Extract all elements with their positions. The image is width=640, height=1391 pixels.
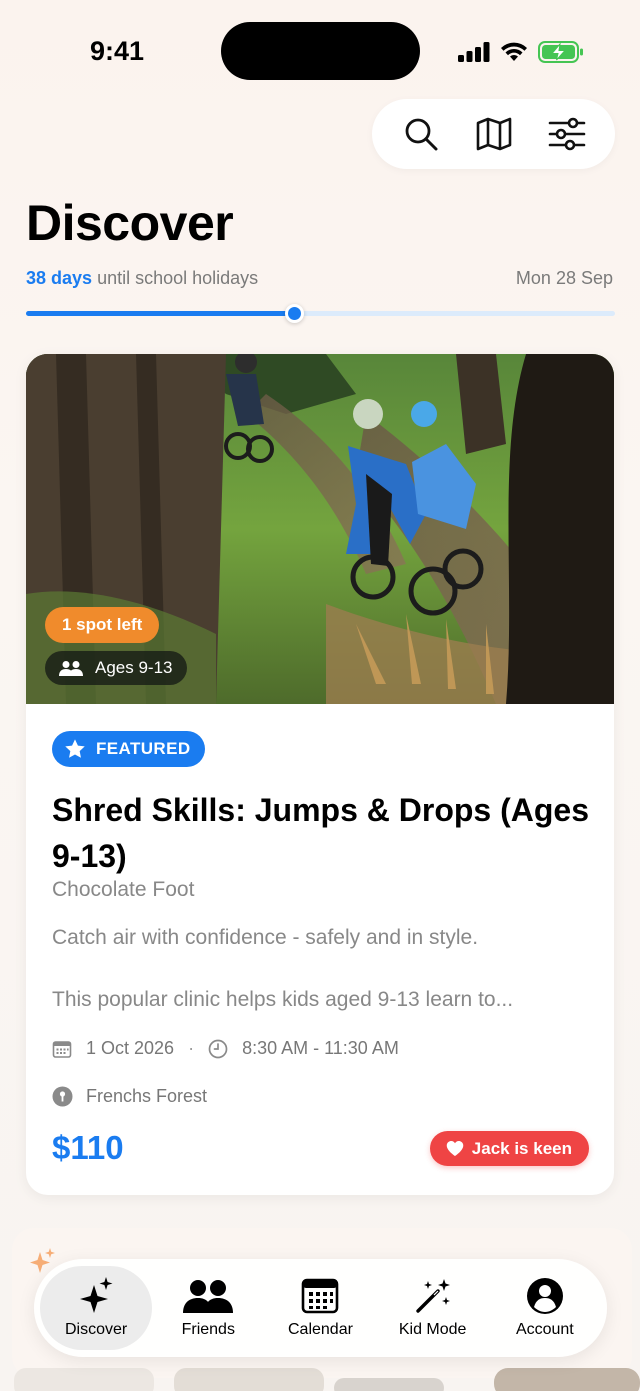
tab-kid-mode[interactable]: Kid Mode xyxy=(377,1266,489,1350)
activity-datetime: 1 Oct 2026 · 8:30 AM - 11:30 AM xyxy=(52,1038,399,1059)
clock-icon xyxy=(208,1039,228,1058)
ages-label: Ages 9-13 xyxy=(95,658,173,677)
top-toolbar xyxy=(372,99,615,169)
meta-separator: · xyxy=(188,1038,195,1058)
ages-badge: Ages 9-13 xyxy=(45,651,187,685)
featured-badge: FEATURED xyxy=(52,731,205,767)
star-icon xyxy=(65,739,85,758)
battery-charging-icon xyxy=(538,41,583,63)
activity-time: 8:30 AM - 11:30 AM xyxy=(242,1038,399,1058)
activity-venue: Frenchs Forest xyxy=(52,1086,207,1107)
status-time: 9:41 xyxy=(90,36,145,66)
holiday-countdown: 38 days until school holidays xyxy=(26,268,258,289)
bottom-tab-bar: Discover Friends Calendar Kid Mode Accou… xyxy=(34,1259,607,1357)
status-bar: 9:41 xyxy=(0,0,640,100)
holiday-date: Mon 28 Sep xyxy=(515,268,613,288)
tab-label: Friends xyxy=(181,1321,235,1338)
tab-friends[interactable]: Friends xyxy=(152,1266,264,1350)
heart-icon xyxy=(446,1141,464,1156)
map-icon xyxy=(476,117,511,151)
sliders-icon xyxy=(548,117,585,151)
activity-provider: Chocolate Foot xyxy=(52,878,195,901)
keen-label: Jack is keen xyxy=(471,1138,572,1158)
activity-description: This popular clinic helps kids aged 9-13… xyxy=(52,988,514,1011)
tab-label: Discover xyxy=(64,1321,128,1338)
dynamic-island xyxy=(221,22,420,80)
activity-photo: 1 spot left Ages 9-13 xyxy=(26,354,614,704)
wifi-icon xyxy=(501,42,527,61)
search-icon xyxy=(405,118,437,151)
tab-label: Account xyxy=(515,1321,574,1338)
activity-date: 1 Oct 2026 xyxy=(86,1038,175,1058)
venue-label: Frenchs Forest xyxy=(86,1086,208,1106)
next-section-thumbnails xyxy=(14,1368,640,1391)
featured-label: FEATURED xyxy=(96,739,191,758)
activity-title: Shred Skills: Jumps & Drops (Ages 9-13) xyxy=(52,792,590,874)
cellular-signal-icon xyxy=(458,42,490,62)
magic-wand-icon xyxy=(415,1279,450,1313)
location-pin-icon xyxy=(52,1086,73,1107)
tab-label: Kid Mode xyxy=(398,1321,467,1338)
holiday-progress-fill xyxy=(26,311,294,316)
tab-discover[interactable]: Discover xyxy=(40,1266,153,1350)
account-icon xyxy=(526,1278,563,1314)
people-icon xyxy=(183,1280,234,1313)
page-title: Discover xyxy=(26,195,234,251)
activity-price: $110 xyxy=(52,1129,124,1166)
status-icons xyxy=(458,40,584,64)
tab-calendar[interactable]: Calendar xyxy=(264,1266,376,1350)
tab-account[interactable]: Account xyxy=(489,1266,601,1350)
sparkles-icon xyxy=(80,1277,113,1313)
map-button[interactable] xyxy=(470,110,518,158)
search-button[interactable] xyxy=(397,110,445,158)
spots-left-badge: 1 spot left xyxy=(45,607,160,643)
filter-button[interactable] xyxy=(543,110,591,158)
holiday-progress-track xyxy=(26,304,615,323)
keen-button[interactable]: Jack is keen xyxy=(429,1131,589,1166)
activity-tagline: Catch air with confidence - safely and i… xyxy=(52,926,479,949)
holiday-progress-knob[interactable] xyxy=(284,304,304,323)
countdown-text: until school holidays xyxy=(92,268,259,288)
calendar-icon xyxy=(302,1278,339,1314)
countdown-days: 38 days xyxy=(26,268,93,288)
people-icon xyxy=(59,661,83,676)
tab-label: Calendar xyxy=(288,1321,353,1338)
featured-activity-card[interactable]: 1 spot left Ages 9-13 FEATURED Shred Ski… xyxy=(26,354,614,1195)
calendar-small-icon xyxy=(52,1040,72,1058)
